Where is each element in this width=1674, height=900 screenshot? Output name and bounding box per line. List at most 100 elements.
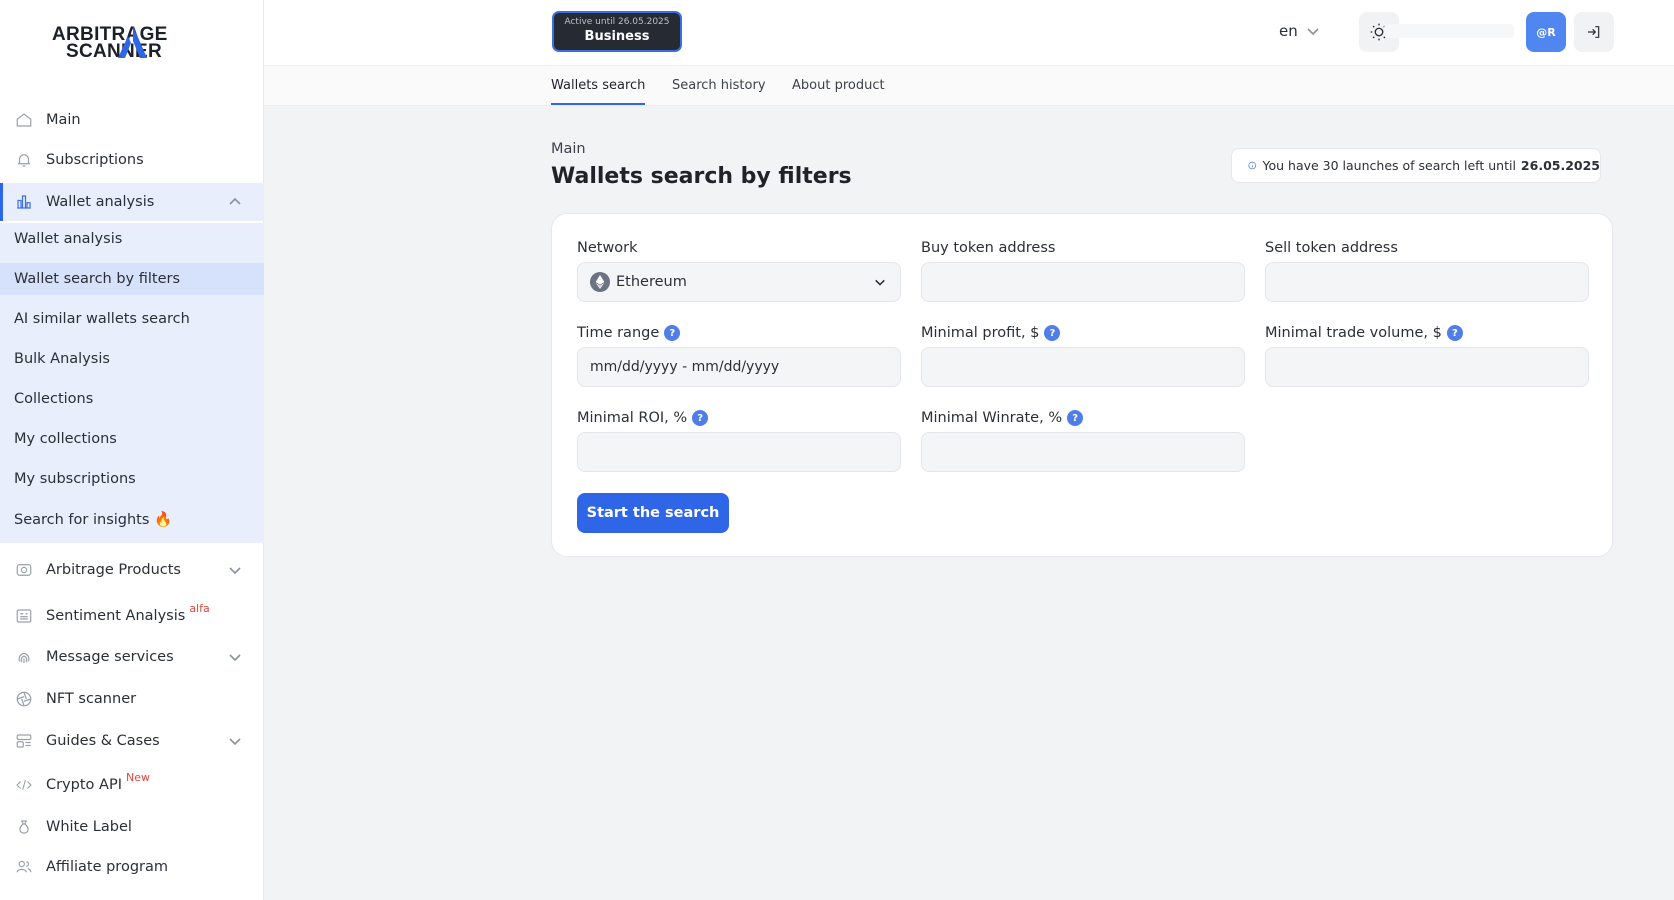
sell-token-input[interactable]: [1278, 263, 1588, 301]
search-launches-info: You have 30 launches of search left unti…: [1231, 148, 1601, 183]
logo-mark-icon: [118, 26, 147, 58]
submenu-item-wallet-search-by-filters[interactable]: Wallet search by filters: [0, 263, 264, 295]
help-icon[interactable]: ?: [1446, 325, 1463, 341]
sidebar-item-label: NFT scanner: [46, 691, 137, 707]
min-volume-input[interactable]: [1278, 348, 1588, 386]
sidebar-item-sentiment-analysis[interactable]: Sentiment Analysis alfa: [0, 597, 264, 635]
sidebar-item-affiliate-program[interactable]: Affiliate program: [0, 848, 264, 886]
help-icon[interactable]: ?: [1067, 410, 1084, 426]
logout-button[interactable]: [1574, 12, 1614, 52]
time-range-label: Time range?: [577, 325, 681, 341]
code-icon: [15, 776, 33, 794]
min-winrate-field[interactable]: [921, 432, 1245, 472]
info-date: 26.05.2025: [1520, 158, 1600, 173]
page-title: Wallets search by filters: [551, 164, 852, 189]
sidebar-item-label: Arbitrage Products: [46, 562, 181, 578]
users-icon: [15, 858, 33, 876]
bar-chart-icon: [15, 193, 33, 211]
alfa-badge: alfa: [189, 602, 210, 615]
language-selector[interactable]: en: [1279, 22, 1320, 40]
sidebar-item-message-services[interactable]: Message services: [0, 638, 264, 676]
submenu-item-search-for-insights[interactable]: Search for insights 🔥: [0, 503, 264, 535]
sell-token-label: Sell token address: [1265, 240, 1398, 256]
home-icon: [15, 111, 33, 129]
sell-token-field[interactable]: [1265, 262, 1589, 302]
start-search-button[interactable]: Start the search: [577, 493, 729, 533]
min-roi-label: Minimal ROI, %?: [577, 410, 709, 426]
help-icon[interactable]: ?: [664, 325, 681, 341]
sidebar-item-subscriptions[interactable]: Subscriptions: [0, 141, 264, 179]
sidebar-item-label: Affiliate program: [46, 859, 168, 875]
sidebar-item-label: Crypto API New: [46, 771, 150, 793]
min-profit-input[interactable]: [934, 348, 1244, 386]
plan-name: Business: [584, 29, 650, 44]
avatar[interactable]: @R: [1526, 12, 1566, 52]
sidebar-item-wallet-analysis[interactable]: Wallet analysis: [0, 183, 264, 221]
network-value: Ethereum: [616, 274, 687, 290]
min-winrate-label: Minimal Winrate, %?: [921, 410, 1084, 426]
page-tabs: Wallets search Search history About prod…: [264, 66, 1674, 106]
layout-icon: [15, 732, 33, 750]
fingerprint-icon: [15, 648, 33, 666]
chevron-down-icon[interactable]: [228, 563, 242, 577]
target-icon: [15, 561, 33, 579]
tab-search-history[interactable]: Search history: [672, 78, 766, 93]
chevron-down-icon[interactable]: [228, 734, 242, 748]
min-roi-input[interactable]: [590, 433, 900, 471]
logout-icon: [1588, 26, 1600, 38]
buy-token-label: Buy token address: [921, 240, 1056, 256]
min-winrate-input[interactable]: [934, 433, 1244, 471]
wallet-analysis-submenu: Wallet analysis Wallet search by filters…: [0, 223, 264, 543]
submenu-item-collections[interactable]: Collections: [0, 383, 264, 415]
sidebar-item-nft-scanner[interactable]: NFT scanner: [0, 680, 264, 718]
chevron-down-icon: [875, 279, 885, 286]
tab-wallets-search[interactable]: Wallets search: [551, 78, 646, 105]
plan-badge[interactable]: Active until 26.05.2025 Business: [552, 11, 682, 52]
min-profit-label: Minimal profit, $?: [921, 325, 1061, 341]
min-volume-field[interactable]: [1265, 347, 1589, 387]
time-range-input[interactable]: [590, 348, 900, 386]
ethereum-icon: [590, 272, 610, 292]
language-value: en: [1279, 22, 1298, 40]
min-volume-label: Minimal trade volume, $?: [1265, 325, 1463, 341]
chevron-down-icon: [1307, 28, 1319, 36]
submenu-item-my-subscriptions[interactable]: My subscriptions: [0, 463, 264, 495]
sidebar-item-crypto-api[interactable]: Crypto API New: [0, 766, 264, 804]
username-placeholder: [1384, 24, 1514, 38]
logo[interactable]: ARBITRAGE SCANNER: [52, 22, 212, 64]
sidebar-item-label: Main: [46, 112, 81, 128]
buy-token-input[interactable]: [934, 263, 1244, 301]
new-badge: New: [125, 771, 150, 784]
breadcrumb[interactable]: Main: [551, 141, 586, 157]
sidebar-item-main[interactable]: Main: [0, 101, 264, 139]
submenu-item-my-collections[interactable]: My collections: [0, 423, 264, 455]
chevron-down-icon[interactable]: [228, 650, 242, 664]
sidebar-item-arbitrage-products[interactable]: Arbitrage Products: [0, 551, 264, 589]
bell-icon: [15, 151, 33, 169]
submenu-item-ai-similar-wallets[interactable]: AI similar wallets search: [0, 303, 264, 335]
sidebar-item-label: Wallet analysis: [46, 194, 155, 210]
sidebar-item-label: Sentiment Analysis alfa: [46, 602, 210, 624]
sidebar-item-guides-cases[interactable]: Guides & Cases: [0, 722, 264, 760]
min-profit-field[interactable]: [921, 347, 1245, 387]
submenu-item-wallet-analysis[interactable]: Wallet analysis: [0, 223, 264, 255]
news-icon: [15, 607, 33, 625]
help-icon[interactable]: ?: [1044, 325, 1061, 341]
time-range-field[interactable]: [577, 347, 901, 387]
sidebar-item-label: Subscriptions: [46, 152, 144, 168]
sidebar-item-label: Guides & Cases: [46, 733, 160, 749]
tab-about-product[interactable]: About product: [792, 78, 885, 93]
network-select[interactable]: Ethereum: [577, 262, 901, 302]
sidebar: ARBITRAGE SCANNER Main Subscriptions Wal…: [0, 0, 264, 900]
top-header: Active until 26.05.2025 Business en @R: [264, 0, 1674, 66]
info-icon: [1248, 161, 1257, 170]
buy-token-field[interactable]: [921, 262, 1245, 302]
chevron-up-icon[interactable]: [228, 195, 242, 209]
sidebar-item-label: Message services: [46, 649, 174, 665]
min-roi-field[interactable]: [577, 432, 901, 472]
filters-card: Network Ethereum Buy token address Sell …: [551, 213, 1613, 557]
submenu-item-bulk-analysis[interactable]: Bulk Analysis: [0, 343, 264, 375]
sidebar-item-white-label[interactable]: White Label: [0, 808, 264, 846]
aperture-icon: [15, 690, 33, 708]
help-icon[interactable]: ?: [692, 410, 709, 426]
